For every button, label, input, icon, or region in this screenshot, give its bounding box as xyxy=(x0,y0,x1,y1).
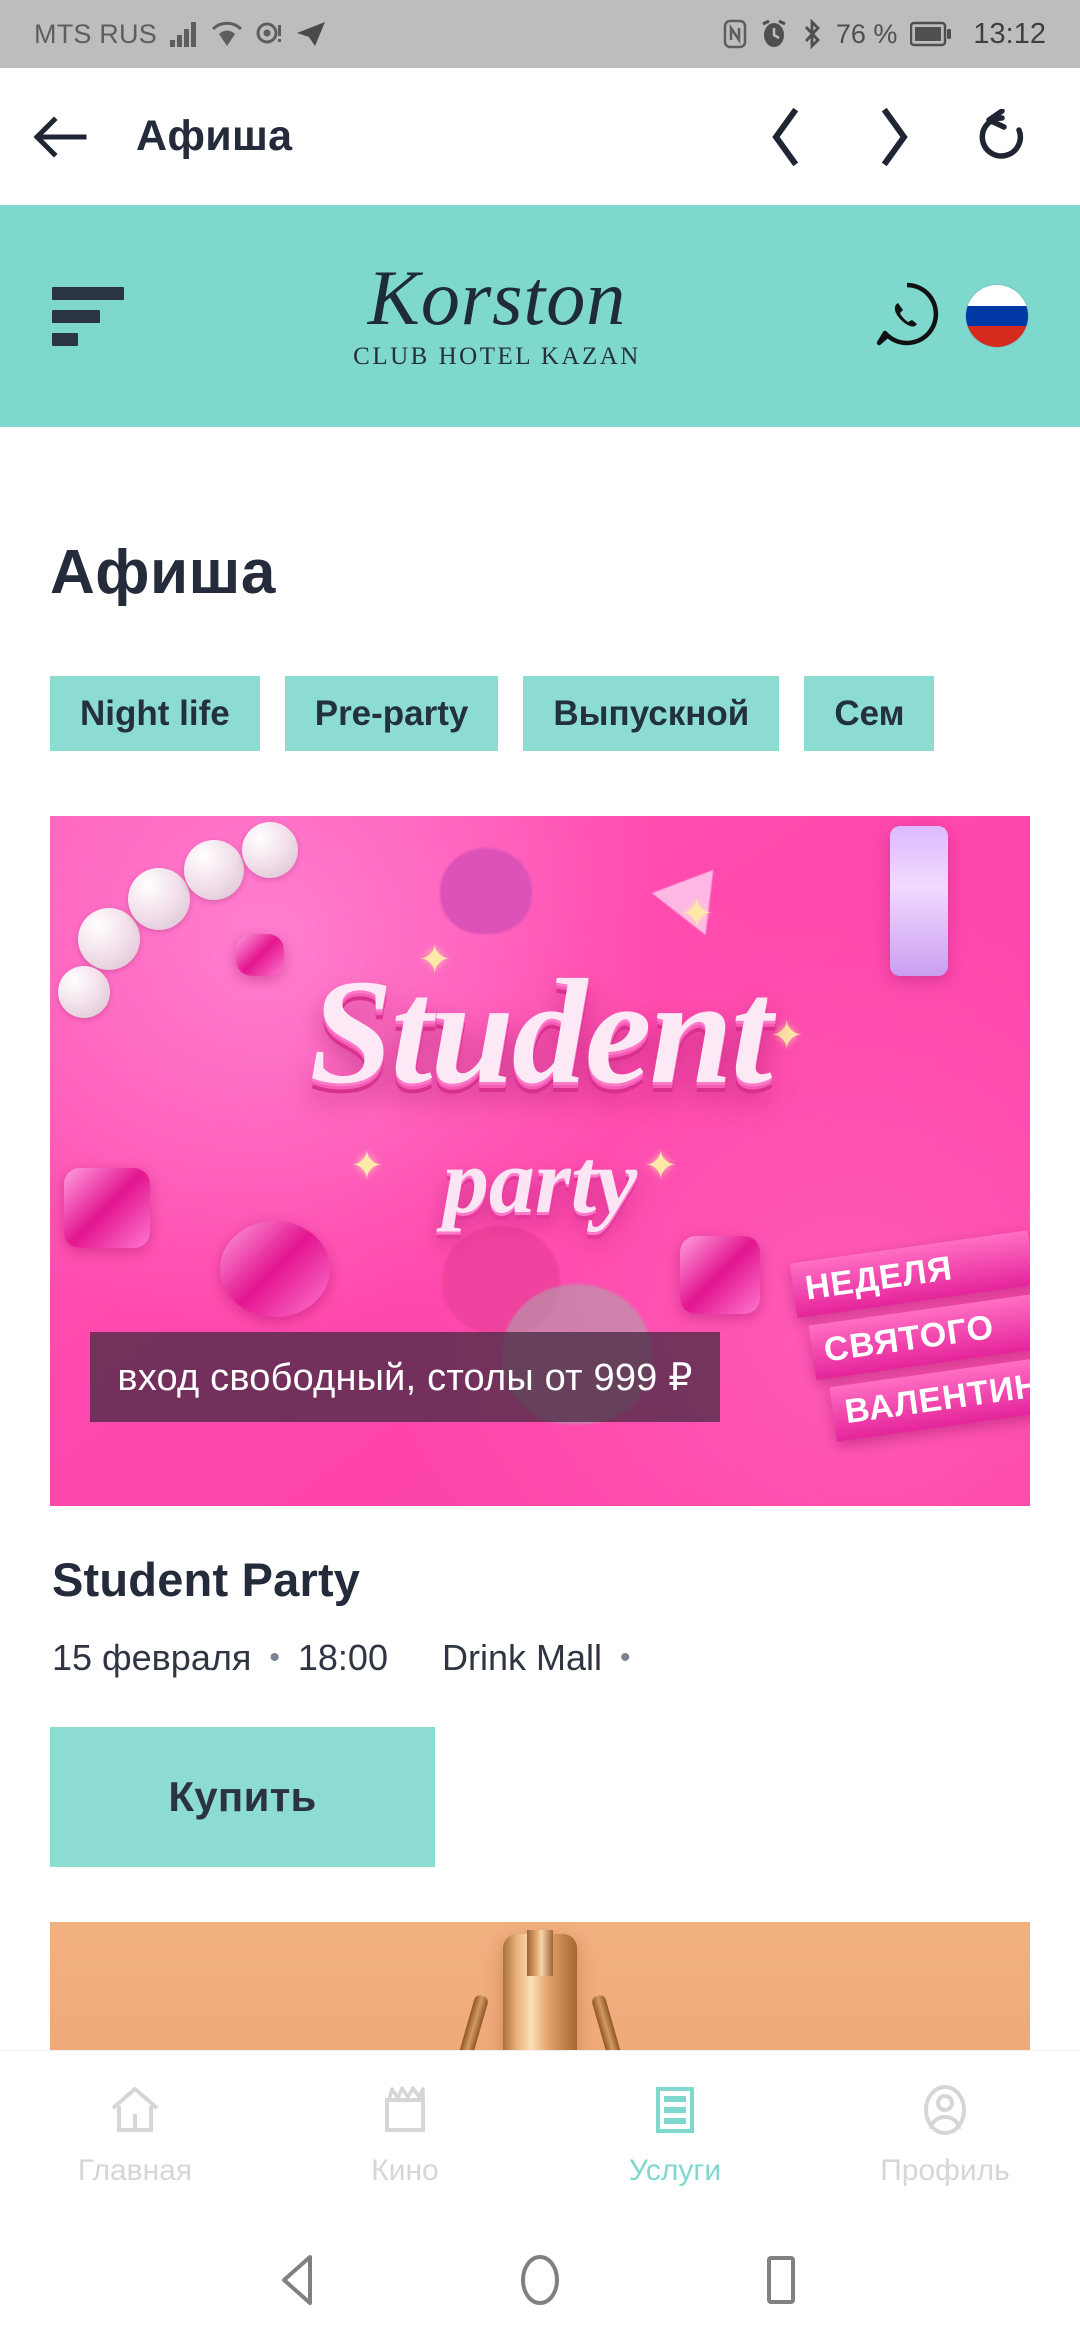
list-icon xyxy=(656,2086,694,2133)
home-icon xyxy=(111,2086,159,2132)
battery-percent-label: 76 % xyxy=(835,18,898,49)
heart-decor xyxy=(440,848,532,934)
location-icon xyxy=(256,22,281,44)
meta-separator-2: • xyxy=(619,1641,631,1674)
tab-label-uslugi: Услуги xyxy=(628,2153,722,2187)
app-toolbar: Афиша xyxy=(0,68,1080,205)
event-poster-image[interactable]: ✦ ✦ ✦ ✦ ✦ Student party НЕДЕЛЯ СВЯТОГО В… xyxy=(50,816,1030,1506)
whatsapp-button[interactable] xyxy=(874,281,940,352)
tab-kino[interactable]: Кино xyxy=(270,2084,540,2188)
brand-subtitle: CLUB HOTEL KAZAN xyxy=(353,343,641,371)
android-nav-bar xyxy=(0,2220,1080,2340)
history-forward-button[interactable] xyxy=(840,83,948,191)
bottle-neck-decor xyxy=(527,1930,553,1976)
tab-label-glavnaya: Главная xyxy=(77,2153,193,2187)
whatsapp-icon xyxy=(876,282,939,345)
history-back-button[interactable] xyxy=(732,83,840,191)
page-title-toolbar: Афиша xyxy=(136,112,293,160)
russia-flag-icon[interactable] xyxy=(966,285,1028,347)
tripod-leg-right xyxy=(590,1993,660,2050)
site-header: Korston CLUB HOTEL KAZAN xyxy=(0,205,1080,427)
valentine-ribbon: НЕДЕЛЯ СВЯТОГО ВАЛЕНТИНА xyxy=(789,1230,1030,1454)
brand-name: Korston xyxy=(367,253,627,341)
circle-home-icon xyxy=(521,2255,559,2305)
category-chip-list: Night life Pre-party Выпускной Сем xyxy=(0,608,1080,751)
bottle-decor xyxy=(503,1930,577,2050)
tab-label-kino: Кино xyxy=(371,2153,439,2187)
toolbar-actions xyxy=(732,83,1080,191)
gem-decor xyxy=(680,1236,760,1314)
reload-button[interactable] xyxy=(948,83,1056,191)
reload-icon xyxy=(979,108,1024,159)
poster-subtitle-text: party xyxy=(442,1130,638,1232)
battery-icon xyxy=(910,21,952,47)
event-meta: 15 февраля • 18:00 Drink Mall • xyxy=(50,1607,1080,1679)
meta-separator: • xyxy=(269,1641,280,1674)
lipstick-decor xyxy=(890,826,948,976)
chip-pre-party[interactable]: Pre-party xyxy=(284,676,499,751)
status-bar-clock: 13:12 xyxy=(973,17,1046,50)
carrier-label: MTS RUS xyxy=(34,18,157,49)
pearl-decor xyxy=(128,868,190,930)
android-home-button[interactable] xyxy=(480,2220,600,2340)
poster-caption: вход свободный, столы от 999 ₽ xyxy=(90,1332,720,1422)
event-title: Student Party xyxy=(52,1553,361,1606)
flag-stripe-red xyxy=(966,326,1028,347)
chevron-right-icon xyxy=(881,107,908,166)
hamburger-bar-2 xyxy=(52,309,100,323)
pearl-decor xyxy=(78,908,140,970)
flag-stripe-blue xyxy=(966,305,1028,327)
pearl-decor xyxy=(184,840,244,900)
alarm-icon xyxy=(762,19,786,47)
flag-stripe-white xyxy=(966,285,1028,306)
android-back-button[interactable] xyxy=(240,2220,360,2340)
poster-title-text: Student xyxy=(309,949,772,1115)
event-venue: Drink Mall xyxy=(441,1637,602,1678)
bluetooth-icon xyxy=(804,19,820,49)
tripod-leg-left xyxy=(420,1993,490,2050)
page-content: Афиша Night life Pre-party Выпускной Сем xyxy=(0,427,1080,2050)
tab-glavnaya[interactable]: Главная xyxy=(0,2084,270,2188)
android-status-bar: MTS RUS 76 % 13:12 xyxy=(0,0,1080,68)
star-decor: ✦ xyxy=(680,892,714,936)
buy-button[interactable]: Купить xyxy=(50,1727,435,1867)
nfc-icon xyxy=(723,19,747,49)
status-bar-right: 76 % 13:12 xyxy=(723,18,1046,51)
brand-logo[interactable]: Korston CLUB HOTEL KAZAN xyxy=(120,253,874,371)
person-icon xyxy=(924,2084,966,2135)
android-recents-button[interactable] xyxy=(720,2220,840,2340)
telegram-icon xyxy=(296,22,325,46)
movie-clapper-icon xyxy=(385,2085,425,2132)
chip-vypusknoy[interactable]: Выпускной xyxy=(523,676,780,751)
wifi-icon xyxy=(211,21,242,46)
back-button[interactable] xyxy=(0,114,120,160)
status-bar-left: MTS RUS xyxy=(34,19,723,50)
bottom-tab-bar: Главная Кино Услуги Профиль xyxy=(0,2050,1080,2220)
square-recents-icon xyxy=(767,2256,795,2304)
chip-sem[interactable]: Сем xyxy=(804,676,935,751)
chevron-left-icon xyxy=(772,107,799,166)
pearl-decor xyxy=(242,822,298,878)
tab-profil[interactable]: Профиль xyxy=(810,2084,1080,2188)
triangle-back-icon xyxy=(282,2255,312,2305)
hamburger-bar-1 xyxy=(52,286,124,300)
header-actions xyxy=(874,281,1080,352)
next-event-poster[interactable] xyxy=(50,1922,1030,2050)
hamburger-bar-3 xyxy=(52,332,78,346)
gem-decor xyxy=(220,1221,330,1317)
tab-label-profil: Профиль xyxy=(880,2153,1010,2187)
event-date: 15 февраля xyxy=(52,1637,252,1678)
phone-screen: MTS RUS 76 % 13:12 Афиша Korston CLUB HO… xyxy=(0,0,1080,2340)
arrow-left-icon xyxy=(33,115,87,158)
event-card: ✦ ✦ ✦ ✦ ✦ Student party НЕДЕЛЯ СВЯТОГО В… xyxy=(0,751,1080,2050)
event-time: 18:00 xyxy=(297,1637,388,1678)
tab-uslugi[interactable]: Услуги xyxy=(540,2084,810,2188)
page-heading: Афиша xyxy=(50,538,276,607)
chip-night-life[interactable]: Night life xyxy=(50,676,260,751)
signal-icon xyxy=(169,22,196,47)
